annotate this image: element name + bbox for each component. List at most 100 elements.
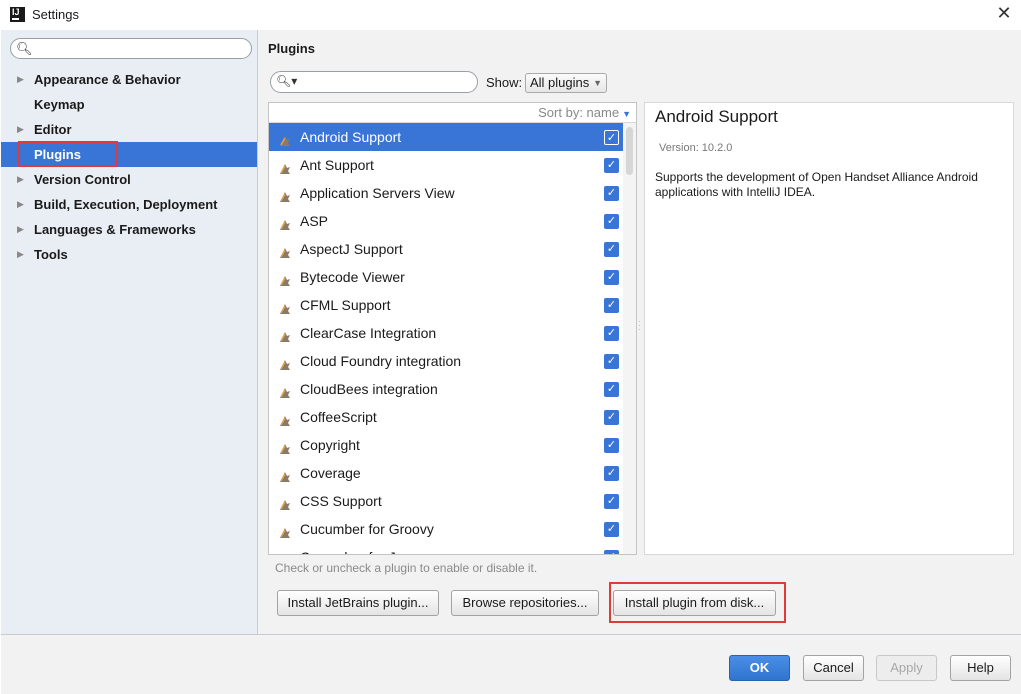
sidebar-item-languages-frameworks[interactable]: ▶ Languages & Frameworks: [1, 217, 257, 242]
plugin-icon: [278, 550, 292, 554]
plugin-enabled-checkbox[interactable]: ✓: [604, 438, 619, 453]
sort-bar: Sort by: name ▼: [269, 103, 636, 123]
sidebar-item-keymap[interactable]: Keymap: [1, 92, 257, 117]
expand-arrow-icon[interactable]: ▶: [17, 167, 24, 192]
plugin-name: Application Servers View: [300, 185, 455, 201]
plugin-name: Coverage: [300, 465, 361, 481]
plugin-enabled-checkbox[interactable]: ✓: [604, 522, 619, 537]
install-jetbrains-plugin-button[interactable]: Install JetBrains plugin...: [277, 590, 439, 616]
plugin-detail-version: Version: 10.2.0: [659, 142, 733, 154]
plugin-enabled-checkbox[interactable]: ✓: [604, 410, 619, 425]
sidebar-item-plugins[interactable]: Plugins: [1, 142, 257, 167]
plugin-enabled-checkbox[interactable]: ✓: [604, 326, 619, 341]
plugin-row[interactable]: Coverage ✓: [269, 459, 623, 487]
plugin-row[interactable]: Copyright ✓: [269, 431, 623, 459]
plugin-list: Sort by: name ▼ Android Support ✓ Ant Suppo…: [268, 102, 637, 555]
sidebar-item-tools[interactable]: ▶ Tools: [1, 242, 257, 267]
plugin-row[interactable]: CFML Support ✓: [269, 291, 623, 319]
settings-search-input[interactable]: 🔍︎: [10, 38, 252, 59]
chevron-down-icon: ▼: [622, 109, 631, 119]
plugin-icon: [278, 298, 292, 314]
plugin-row[interactable]: Application Servers View ✓: [269, 179, 623, 207]
help-button[interactable]: Help: [950, 655, 1011, 681]
plugin-row[interactable]: ASP ✓: [269, 207, 623, 235]
sidebar-item-label: Appearance & Behavior: [34, 72, 181, 87]
plugin-icon: [278, 382, 292, 398]
plugin-row[interactable]: Android Support ✓: [269, 123, 623, 151]
browse-repositories-button[interactable]: Browse repositories...: [451, 590, 599, 616]
plugin-enabled-checkbox[interactable]: ✓: [604, 270, 619, 285]
sidebar-item-label: Editor: [34, 122, 72, 137]
plugin-row[interactable]: Cucumber for Java ✓: [269, 543, 623, 554]
plugin-detail-panel: Android Support Version: 10.2.0 Supports…: [644, 102, 1014, 555]
plugin-enabled-checkbox[interactable]: ✓: [604, 298, 619, 313]
plugin-icon: [278, 438, 292, 454]
plugin-name: Android Support: [300, 129, 402, 145]
window-title: Settings: [32, 7, 79, 22]
plugin-icon: [278, 494, 292, 510]
intellij-app-icon: IJ: [10, 7, 25, 22]
expand-arrow-icon[interactable]: ▶: [17, 117, 24, 142]
plugin-hint-text: Check or uncheck a plugin to enable or d…: [275, 561, 538, 575]
plugin-name: AspectJ Support: [300, 241, 403, 257]
plugin-row[interactable]: CloudBees integration ✓: [269, 375, 623, 403]
plugin-row[interactable]: Ant Support ✓: [269, 151, 623, 179]
plugin-enabled-checkbox[interactable]: ✓: [604, 382, 619, 397]
apply-button[interactable]: Apply: [876, 655, 937, 681]
ok-button[interactable]: OK: [729, 655, 790, 681]
plugin-detail-title: Android Support: [655, 107, 778, 126]
plugin-row[interactable]: AspectJ Support ✓: [269, 235, 623, 263]
expand-arrow-icon[interactable]: ▶: [17, 67, 24, 92]
dialog-footer: OK Cancel Apply Help: [1, 634, 1021, 694]
plugin-enabled-checkbox[interactable]: ✓: [604, 130, 619, 145]
search-icon: 🔍︎▾: [276, 74, 298, 88]
plugin-row[interactable]: ClearCase Integration ✓: [269, 319, 623, 347]
plugin-search-input[interactable]: 🔍︎▾: [270, 71, 478, 93]
sort-label: Sort by: name: [538, 105, 620, 120]
plugin-row[interactable]: Bytecode Viewer ✓: [269, 263, 623, 291]
expand-arrow-icon[interactable]: ▶: [17, 192, 24, 217]
show-filter-dropdown[interactable]: All plugins ▼: [525, 73, 607, 93]
plugin-icon: [278, 410, 292, 426]
plugin-name: Bytecode Viewer: [300, 269, 405, 285]
plugin-enabled-checkbox[interactable]: ✓: [604, 550, 619, 554]
expand-arrow-icon[interactable]: ▶: [17, 217, 24, 242]
expand-arrow-icon[interactable]: ▶: [17, 242, 24, 267]
plugin-name: Copyright: [300, 437, 360, 453]
plugin-rows: Android Support ✓ Ant Support ✓ Application …: [269, 123, 623, 554]
plugin-row[interactable]: CSS Support ✓: [269, 487, 623, 515]
plugin-icon: [278, 186, 292, 202]
plugin-enabled-checkbox[interactable]: ✓: [604, 186, 619, 201]
title-bar: IJ Settings ✕: [0, 0, 1021, 30]
plugin-enabled-checkbox[interactable]: ✓: [604, 242, 619, 257]
sort-by-name-button[interactable]: Sort by: name ▼: [538, 105, 631, 120]
splitter-handle[interactable]: · · ·: [638, 318, 641, 334]
plugin-row[interactable]: Cloud Foundry integration ✓: [269, 347, 623, 375]
sidebar-item-editor[interactable]: ▶ Editor: [1, 117, 257, 142]
plugin-list-scrollbar[interactable]: [623, 123, 636, 554]
plugin-name: Cucumber for Java: [300, 543, 418, 554]
show-filter-value: All plugins: [530, 75, 590, 90]
plugin-enabled-checkbox[interactable]: ✓: [604, 214, 619, 229]
plugin-enabled-checkbox[interactable]: ✓: [604, 494, 619, 509]
plugin-icon: [278, 270, 292, 286]
sidebar-item-appearance-behavior[interactable]: ▶ Appearance & Behavior: [1, 67, 257, 92]
settings-sidebar: 🔍︎ ▶ Appearance & Behavior Keymap ▶ Editor Pl…: [1, 30, 258, 634]
scrollbar-thumb[interactable]: [626, 127, 633, 175]
sidebar-item-version-control[interactable]: ▶ Version Control: [1, 167, 257, 192]
plugin-enabled-checkbox[interactable]: ✓: [604, 354, 619, 369]
close-icon[interactable]: ✕: [994, 3, 1014, 23]
plugin-name: CFML Support: [300, 297, 391, 313]
install-plugin-from-disk-button[interactable]: Install plugin from disk...: [613, 590, 776, 616]
settings-tree: ▶ Appearance & Behavior Keymap ▶ Editor Plugi…: [1, 67, 257, 267]
plugin-enabled-checkbox[interactable]: ✓: [604, 158, 619, 173]
cancel-button[interactable]: Cancel: [803, 655, 864, 681]
plugin-row[interactable]: Cucumber for Groovy ✓: [269, 515, 623, 543]
sidebar-item-build-execution-deployment[interactable]: ▶ Build, Execution, Deployment: [1, 192, 257, 217]
plugin-name: ClearCase Integration: [300, 325, 437, 341]
plugin-enabled-checkbox[interactable]: ✓: [604, 466, 619, 481]
plugin-row[interactable]: CoffeeScript ✓: [269, 403, 623, 431]
plugin-icon: [278, 130, 292, 146]
plugin-name: CSS Support: [300, 493, 382, 509]
plugin-detail-description: Supports the development of Open Handset…: [655, 170, 978, 199]
